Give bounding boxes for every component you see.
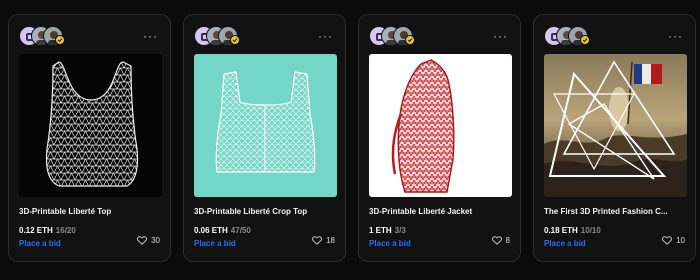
heart-icon [491,236,502,245]
nft-title[interactable]: The First 3D Printed Fashion C... [544,207,687,216]
card-header: ··· [369,23,510,49]
like-count: 10 [676,236,685,245]
nft-media-image[interactable] [194,54,337,197]
nft-title[interactable]: 3D-Printable Liberté Jacket [369,207,512,216]
like-button[interactable]: 30 [137,236,160,245]
like-button[interactable]: 18 [312,236,335,245]
verified-badge-icon [405,35,415,45]
verified-badge-icon [55,35,65,45]
place-bid-link[interactable]: Place a bid [369,239,411,248]
heart-icon [662,236,673,245]
nft-media-image[interactable] [369,54,512,197]
price-row: 0.12 ETH 16/20 [19,226,76,235]
like-count: 18 [326,236,335,245]
like-button[interactable]: 10 [662,236,685,245]
owner-avatars[interactable] [544,23,604,49]
like-count: 30 [151,236,160,245]
like-button[interactable]: 8 [491,236,510,245]
nft-card-grid: ··· 3D-Printable Liberté Top 0.12 ETH 16… [8,14,696,262]
edition-count: 47/50 [230,226,251,235]
edition-count: 10/10 [580,226,601,235]
heart-icon [312,236,323,245]
nft-card[interactable]: ··· 3D-Printable Liberté Top 0.12 ETH 16… [8,14,171,262]
nft-media-image[interactable] [19,54,162,197]
card-header: ··· [19,23,160,49]
card-header: ··· [194,23,335,49]
nft-card[interactable]: ··· 3D-Printable Liberté Crop Top 0.06 E… [183,14,346,262]
edition-count: 3/3 [394,226,406,235]
painting-with-triangles-image [544,54,687,197]
nft-card[interactable]: ··· 3D-Printable Liberté Jacket 1 ETH 3/… [358,14,521,262]
place-bid-link[interactable]: Place a bid [194,239,236,248]
more-options-icon[interactable]: ··· [666,29,685,43]
nft-price: 0.18 ETH [544,226,578,235]
verified-badge-icon [230,35,240,45]
lattice-crop-top-image [194,54,337,197]
like-count: 8 [505,236,510,245]
lattice-jacket-image [369,54,512,197]
nft-title[interactable]: 3D-Printable Liberté Top [19,207,162,216]
owner-avatars[interactable] [19,23,79,49]
more-options-icon[interactable]: ··· [141,29,160,43]
price-row: 1 ETH 3/3 [369,226,406,235]
price-row: 0.18 ETH 10/10 [544,226,601,235]
edition-count: 16/20 [55,226,76,235]
place-bid-link[interactable]: Place a bid [544,239,586,248]
owner-avatars[interactable] [369,23,429,49]
place-bid-link[interactable]: Place a bid [19,239,61,248]
nft-price: 1 ETH [369,226,392,235]
nft-title[interactable]: 3D-Printable Liberté Crop Top [194,207,337,216]
verified-badge-icon [580,35,590,45]
more-options-icon[interactable]: ··· [491,29,510,43]
heart-icon [137,236,148,245]
nft-media-image[interactable] [544,54,687,197]
nft-price: 0.12 ETH [19,226,53,235]
price-row: 0.06 ETH 47/50 [194,226,251,235]
more-options-icon[interactable]: ··· [316,29,335,43]
owner-avatars[interactable] [194,23,254,49]
lattice-top-image [19,54,162,197]
card-header: ··· [544,23,685,49]
nft-card[interactable]: ··· The First 3D Printed Fashion C... 0.… [533,14,696,262]
nft-price: 0.06 ETH [194,226,228,235]
